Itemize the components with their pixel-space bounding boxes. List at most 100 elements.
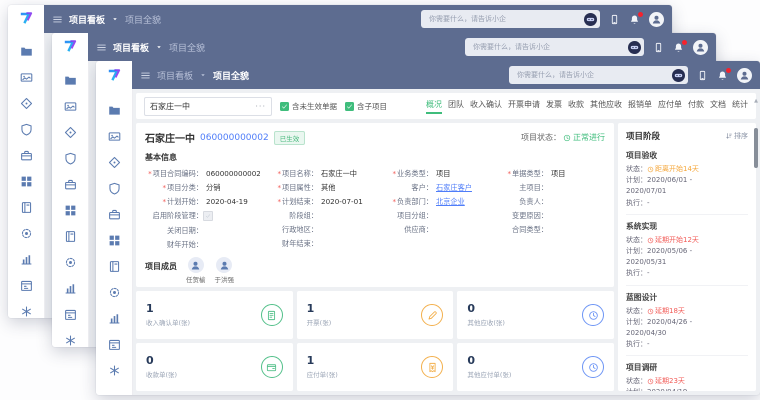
- chevron-down-icon[interactable]: [155, 43, 163, 51]
- chevron-down-icon[interactable]: [111, 15, 119, 23]
- tab-1[interactable]: 团队: [448, 99, 464, 114]
- tab-10[interactable]: 文档: [710, 99, 726, 114]
- sidebar-schedule-icon[interactable]: [20, 279, 33, 292]
- stat-card[interactable]: 1收入确认单(张): [136, 291, 293, 339]
- tab-5[interactable]: 收款: [568, 99, 584, 114]
- project-code-link[interactable]: 060000000002: [200, 133, 269, 143]
- sidebar-gear-icon[interactable]: [108, 286, 121, 299]
- nav-project-overview[interactable]: 项目全貌: [213, 69, 249, 82]
- tab-2[interactable]: 收入确认: [470, 99, 502, 114]
- form-field: *项目分类：分销: [145, 183, 260, 192]
- menu-icon[interactable]: [52, 14, 63, 25]
- tab-0[interactable]: 概况: [426, 99, 442, 114]
- tab-3[interactable]: 开票申请: [508, 99, 540, 114]
- sidebar-briefcase-icon[interactable]: [108, 208, 121, 221]
- assistant-search-input[interactable]: 你需要什么，请告诉小企: [465, 38, 644, 56]
- sidebar-briefcase-icon[interactable]: [64, 178, 77, 191]
- user-avatar[interactable]: [649, 12, 664, 27]
- project-filter-input[interactable]: 石家庄一中 ···: [144, 97, 272, 116]
- left-column: 石家庄一中 060000000002 已生效 项目状态： 正常进行 基本信息 *…: [136, 123, 614, 391]
- tab-11[interactable]: 统计: [732, 99, 748, 114]
- sidebar-grid-icon[interactable]: [108, 234, 121, 247]
- sidebar-book-icon[interactable]: [64, 230, 77, 243]
- sidebar-folder-icon[interactable]: [108, 104, 121, 117]
- menu-icon[interactable]: [96, 42, 107, 53]
- assistant-search-input[interactable]: 你需要什么，请告诉小企: [509, 66, 688, 84]
- nav-project-overview[interactable]: 项目全貌: [169, 41, 205, 54]
- nav-project-board[interactable]: 项目看板: [157, 69, 193, 82]
- sidebar-chart-icon[interactable]: [108, 312, 121, 325]
- sidebar-tag-icon[interactable]: [20, 97, 33, 110]
- sidebar-schedule-icon[interactable]: [108, 338, 121, 351]
- scroll-up-arrow-icon[interactable]: ▲: [754, 99, 758, 104]
- sidebar-grid-icon[interactable]: [64, 204, 77, 217]
- sidebar-shield-icon[interactable]: [64, 152, 77, 165]
- nav-project-board[interactable]: 项目看板: [113, 41, 149, 54]
- sidebar-folder-icon[interactable]: [20, 45, 33, 58]
- tab-4[interactable]: 发票: [546, 99, 562, 114]
- sidebar-card-icon[interactable]: [64, 100, 77, 113]
- field-value[interactable]: 北京企业: [436, 197, 465, 206]
- sidebar-briefcase-icon[interactable]: [20, 149, 33, 162]
- stat-label: 其他应付单(张): [467, 369, 511, 379]
- sidebar-chart-icon[interactable]: [20, 253, 33, 266]
- sidebar-asterisk-icon[interactable]: [108, 364, 121, 377]
- sidebar-schedule-icon[interactable]: [64, 308, 77, 321]
- robot-assistant-icon[interactable]: [672, 69, 685, 82]
- checkbox-include-draft[interactable]: 含未生效单据: [280, 101, 337, 112]
- tab-8[interactable]: 应付单: [658, 99, 682, 114]
- sidebar-shield-icon[interactable]: [108, 182, 121, 195]
- sidebar-book-icon[interactable]: [108, 260, 121, 273]
- nav-project-board[interactable]: 项目看板: [69, 13, 105, 26]
- user-avatar[interactable]: [693, 40, 708, 55]
- sidebar-tag-icon[interactable]: [64, 126, 77, 139]
- stat-card[interactable]: 1应付单(张): [297, 343, 454, 391]
- app-logo[interactable]: [18, 5, 34, 30]
- mobile-icon[interactable]: [653, 42, 664, 53]
- assistant-search-input[interactable]: 你需要什么，请告诉小企: [421, 10, 600, 28]
- stat-card[interactable]: 0收款单(张): [136, 343, 293, 391]
- sidebar-asterisk-icon[interactable]: [20, 305, 33, 318]
- scrollbar-thumb[interactable]: [754, 128, 758, 168]
- member-avatar: [216, 257, 232, 273]
- sort-button[interactable]: 排序: [725, 131, 748, 141]
- nav-project-overview[interactable]: 项目全貌: [125, 13, 161, 26]
- stat-card[interactable]: 1开票(张): [297, 291, 454, 339]
- vertical-scrollbar[interactable]: ▲: [753, 99, 759, 168]
- tab-6[interactable]: 其他应收: [590, 99, 622, 114]
- user-avatar[interactable]: [737, 68, 752, 83]
- sidebar-shield-icon[interactable]: [20, 123, 33, 136]
- mobile-icon[interactable]: [609, 14, 620, 25]
- checkbox-include-child[interactable]: 含子项目: [345, 101, 387, 112]
- sidebar-gear-icon[interactable]: [20, 227, 33, 240]
- field-value[interactable]: 石家庄客户: [436, 183, 472, 192]
- sidebar-tag-icon[interactable]: [108, 156, 121, 169]
- app-logo[interactable]: [62, 33, 78, 59]
- member-item[interactable]: 于洪强: [215, 257, 235, 284]
- sidebar-book-icon[interactable]: [20, 201, 33, 214]
- robot-assistant-icon[interactable]: [584, 13, 597, 26]
- member-item[interactable]: 任贺榆: [186, 257, 206, 284]
- notifications-bell-icon[interactable]: [717, 70, 728, 81]
- sidebar-card-icon[interactable]: [20, 71, 33, 84]
- sidebar-grid-icon[interactable]: [20, 175, 33, 188]
- notifications-bell-icon[interactable]: [629, 14, 640, 25]
- stat-card[interactable]: 0其他应付单(张): [457, 343, 614, 391]
- sidebar-gear-icon[interactable]: [64, 256, 77, 269]
- sidebar-folder-icon[interactable]: [64, 74, 77, 87]
- stat-card[interactable]: 0其他应收(张): [457, 291, 614, 339]
- tab-9[interactable]: 付款: [688, 99, 704, 114]
- tab-7[interactable]: 报销单: [628, 99, 652, 114]
- sidebar-chart-icon[interactable]: [64, 282, 77, 295]
- menu-icon[interactable]: [140, 70, 151, 81]
- field-label: 负责人：: [490, 197, 548, 206]
- app-logo[interactable]: [106, 61, 122, 89]
- robot-assistant-icon[interactable]: [628, 41, 641, 54]
- more-options-button[interactable]: ···: [255, 102, 266, 111]
- notifications-bell-icon[interactable]: [673, 42, 684, 53]
- chevron-down-icon[interactable]: [199, 71, 207, 79]
- sidebar-card-icon[interactable]: [108, 130, 121, 143]
- book-icon: [20, 201, 33, 214]
- sidebar-asterisk-icon[interactable]: [64, 334, 77, 347]
- mobile-icon[interactable]: [697, 70, 708, 81]
